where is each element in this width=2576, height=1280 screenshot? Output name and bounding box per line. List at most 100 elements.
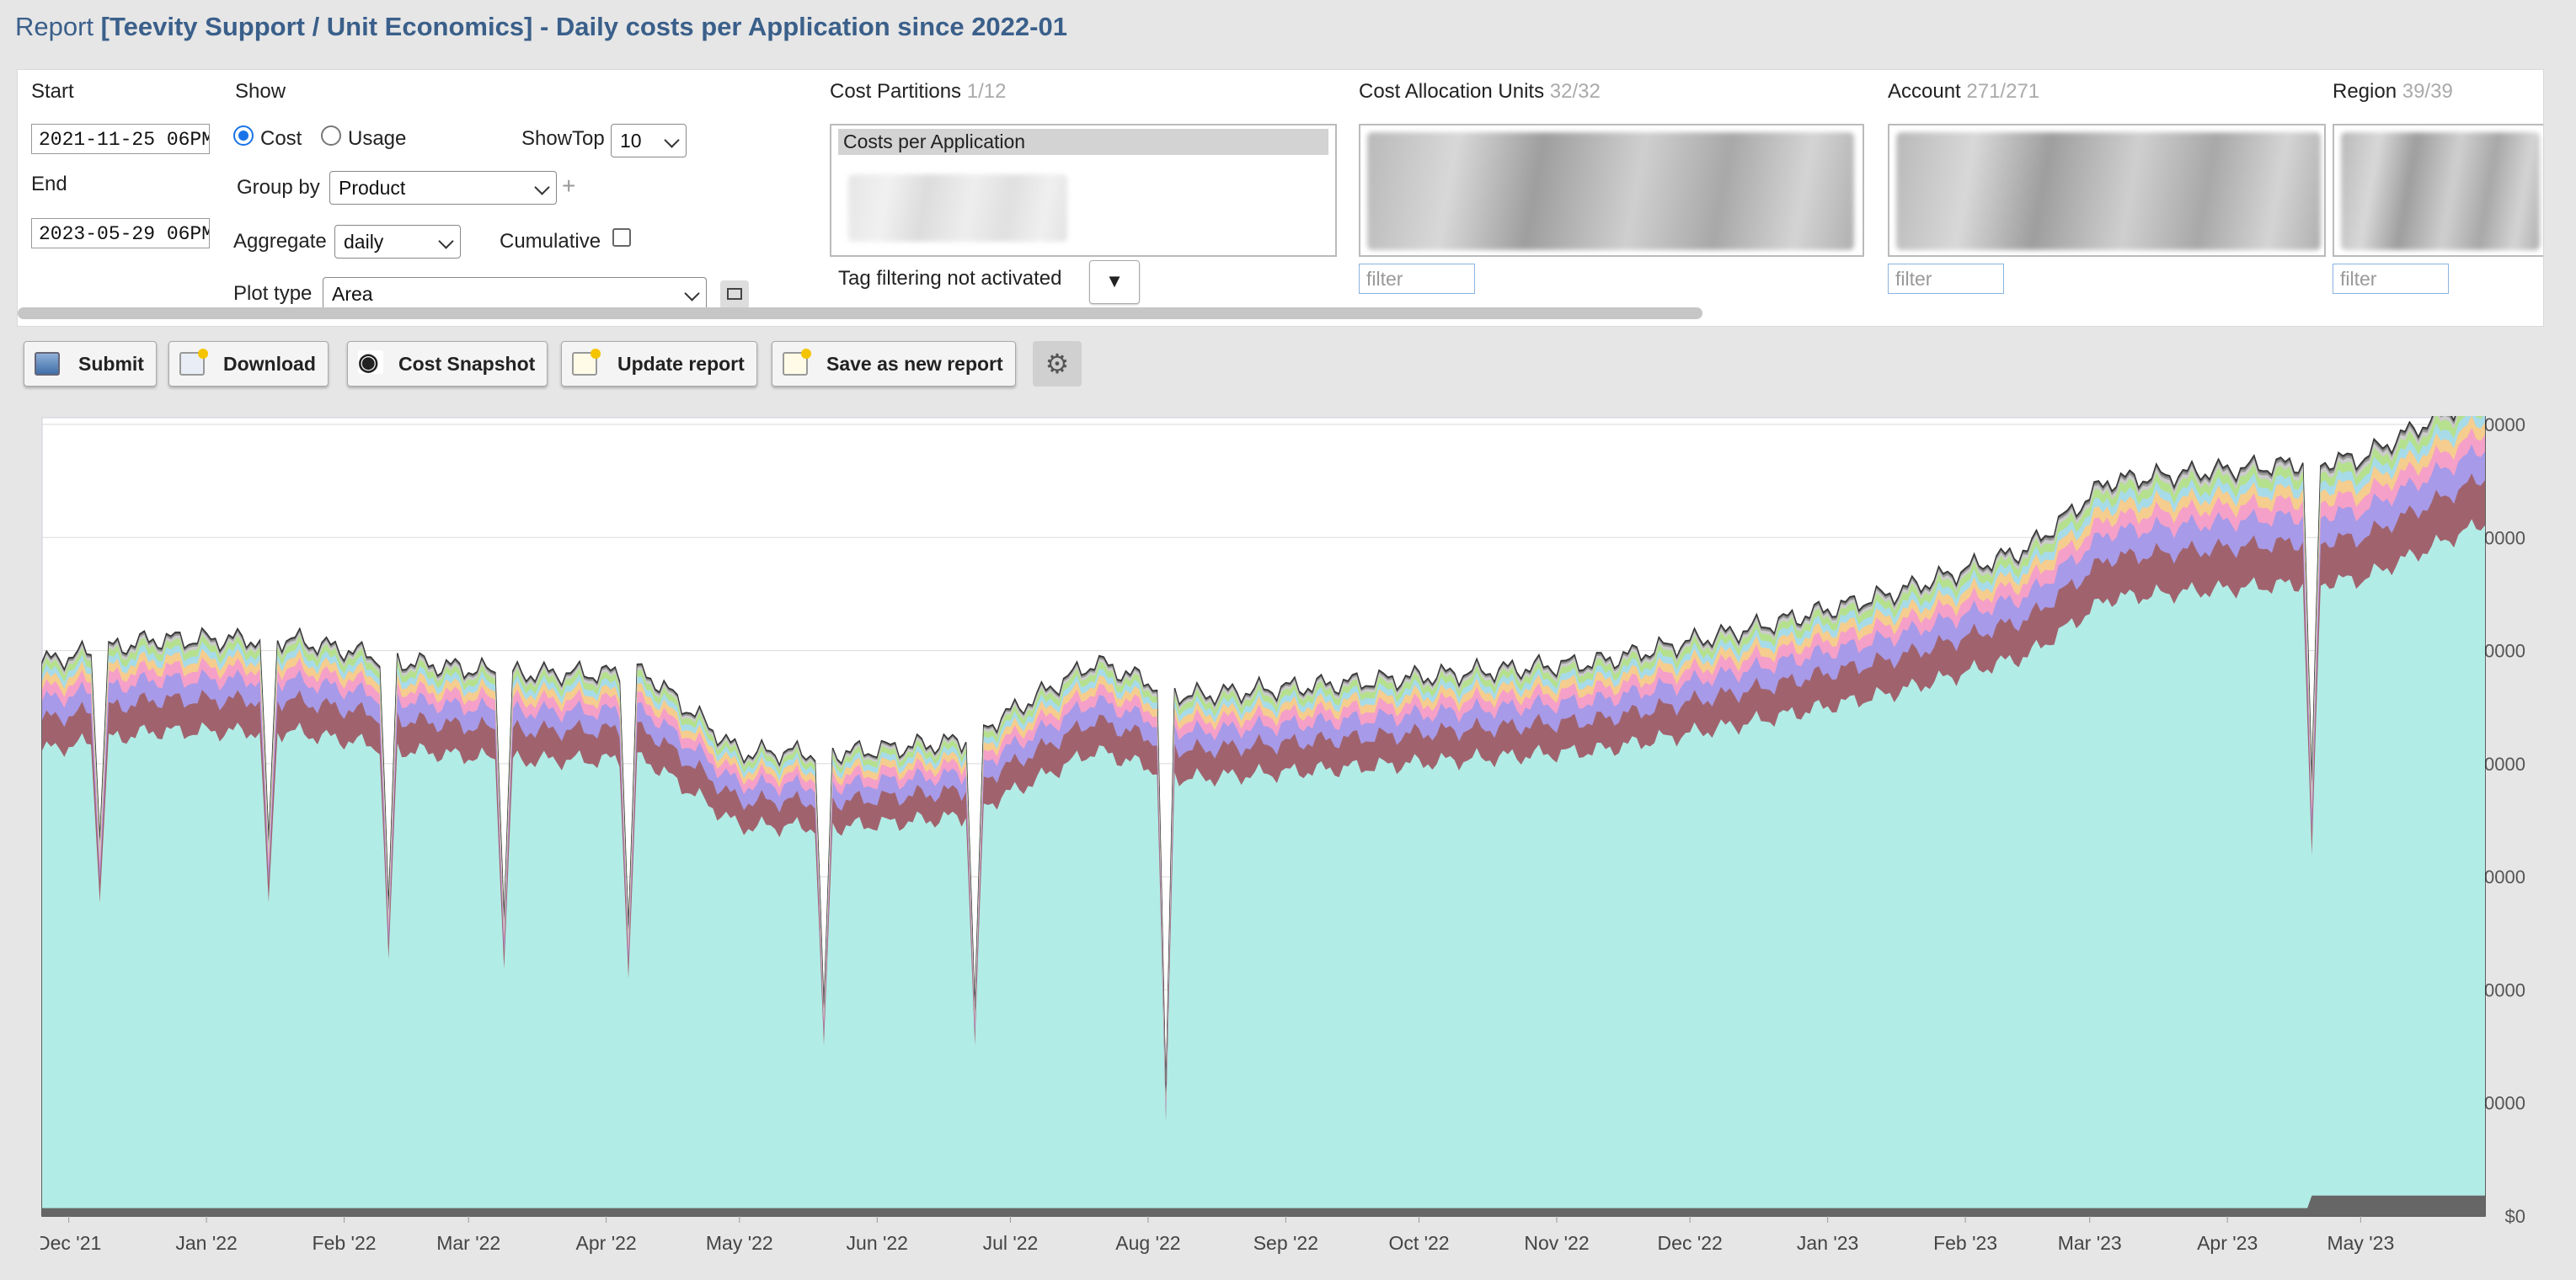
usage-radio[interactable] — [321, 125, 341, 146]
chevron-down-icon — [534, 179, 550, 195]
cau-list[interactable] — [1359, 124, 1864, 257]
usage-radio-label: Usage — [348, 127, 407, 150]
x-tick-label: Dec '21 — [40, 1232, 101, 1254]
x-tick-label: Feb '23 — [1933, 1232, 1997, 1254]
x-tick-label: Apr '22 — [576, 1232, 637, 1254]
groupby-label: Group by — [237, 176, 320, 199]
image-export-button[interactable] — [720, 280, 749, 309]
cost-partitions-count: 1/12 — [966, 80, 1007, 103]
aggregate-select[interactable]: daily — [334, 225, 461, 259]
chevron-down-icon — [438, 233, 454, 249]
update-report-button[interactable]: Update report — [561, 341, 757, 387]
showtop-value: 10 — [620, 130, 642, 152]
redacted-options — [2341, 132, 2540, 250]
submit-button[interactable]: Submit — [24, 341, 157, 387]
start-label: Start — [31, 80, 74, 103]
start-date-input[interactable]: 2021-11-25 06PM — [31, 124, 210, 154]
plottype-label: Plot type — [233, 282, 313, 305]
save-new-label: Save as new report — [826, 353, 1003, 375]
groupby-value: Product — [339, 177, 406, 199]
cost-radio-label: Cost — [260, 127, 302, 150]
submit-label: Submit — [78, 353, 144, 375]
cau-title: Cost Allocation Units — [1359, 80, 1545, 103]
x-tick-label: May '22 — [706, 1232, 773, 1254]
report-name: [Teevity Support / Unit Economics] - Dai… — [100, 12, 1067, 41]
cost-snapshot-button[interactable]: ◉ Cost Snapshot — [347, 341, 548, 387]
camera-icon: ◉ — [358, 350, 383, 374]
cumulative-label: Cumulative — [500, 230, 601, 253]
update-label: Update report — [617, 353, 745, 375]
account-label: Account 271/271 — [1888, 80, 2039, 104]
account-count: 271/271 — [1966, 80, 2040, 103]
redacted-options — [1367, 132, 1854, 250]
end-date-input[interactable]: 2023-05-29 06PM — [31, 218, 210, 248]
download-button[interactable]: Download — [168, 341, 329, 387]
settings-button[interactable]: ⚙ — [1033, 341, 1082, 387]
save-new-report-button[interactable]: Save as new report — [772, 341, 1016, 387]
cost-radio[interactable] — [233, 125, 254, 146]
x-tick-label: Jul '22 — [983, 1232, 1039, 1254]
cost-chart-svg: $0$10000$20000$30000$40000$50000$60000$7… — [40, 416, 2525, 1254]
region-label: Region 39/39 — [2333, 80, 2453, 104]
plottype-select[interactable]: Area — [323, 277, 707, 311]
cost-chart: $0 $10000 $20000 $30000 $40000 $50000 $60000 $7… — [40, 416, 2529, 1268]
region-title: Region — [2333, 80, 2397, 103]
x-tick-label: Apr '23 — [2197, 1232, 2258, 1254]
x-tick-label: Nov '22 — [1524, 1232, 1589, 1254]
cau-label: Cost Allocation Units 32/32 — [1359, 80, 1601, 104]
region-filter-input[interactable]: filter — [2333, 264, 2449, 294]
account-list[interactable] — [1888, 124, 2326, 257]
showtop-label: ShowTop — [521, 127, 605, 150]
download-label: Download — [223, 353, 316, 375]
document-icon — [572, 349, 601, 376]
show-label: Show — [235, 80, 286, 103]
x-tick-label: Mar '23 — [2058, 1232, 2122, 1254]
tag-filter-button[interactable]: ▼ — [1089, 260, 1140, 304]
x-tick-label: Jan '22 — [175, 1232, 237, 1254]
account-filter-input[interactable]: filter — [1888, 264, 2004, 294]
add-groupby-icon[interactable]: + — [562, 173, 575, 200]
groupby-select[interactable]: Product — [329, 171, 557, 205]
submit-icon — [35, 352, 60, 376]
tag-filter-status: Tag filtering not activated — [838, 267, 1062, 290]
x-tick-label: Jun '22 — [847, 1232, 908, 1254]
gear-icon: ⚙ — [1045, 349, 1070, 379]
region-count: 39/39 — [2402, 80, 2453, 103]
redacted-options — [1896, 132, 2321, 250]
document-icon — [783, 349, 811, 376]
image-icon — [727, 288, 742, 300]
x-tick-label: Oct '22 — [1388, 1232, 1449, 1254]
y-tick-label: $0 — [2505, 1206, 2525, 1227]
chevron-down-icon — [684, 285, 700, 301]
showtop-select[interactable]: 10 — [611, 124, 687, 157]
x-tick-label: Mar '22 — [436, 1232, 500, 1254]
page-title: Report [Teevity Support / Unit Economics… — [15, 12, 1067, 42]
end-label: End — [31, 173, 67, 195]
plottype-value: Area — [332, 283, 373, 305]
cost-partitions-title: Cost Partitions — [830, 80, 962, 103]
title-prefix: Report — [15, 12, 101, 41]
aggregate-label: Aggregate — [233, 230, 327, 253]
x-tick-label: Aug '22 — [1115, 1232, 1180, 1254]
cau-count: 32/32 — [1549, 80, 1601, 103]
cau-filter-input[interactable]: filter — [1359, 264, 1475, 294]
download-icon — [179, 349, 208, 376]
snapshot-label: Cost Snapshot — [398, 353, 536, 375]
x-tick-label: Feb '22 — [313, 1232, 377, 1254]
x-tick-label: Dec '22 — [1658, 1232, 1723, 1254]
x-tick-label: Jan '23 — [1797, 1232, 1858, 1254]
chevron-down-icon — [664, 132, 680, 148]
x-tick-label: Sep '22 — [1253, 1232, 1318, 1254]
cost-partitions-list[interactable]: Costs per Application — [830, 124, 1337, 257]
aggregate-value: daily — [344, 231, 384, 253]
funnel-icon: ▼ — [1105, 270, 1124, 291]
cost-partition-option[interactable]: Costs per Application — [838, 129, 1328, 155]
cost-partitions-label: Cost Partitions 1/12 — [830, 80, 1006, 104]
x-tick-label: May '23 — [2327, 1232, 2394, 1254]
cumulative-checkbox[interactable] — [612, 228, 631, 247]
horizontal-scrollbar[interactable] — [18, 307, 1702, 319]
redacted-options — [848, 174, 1067, 242]
account-title: Account — [1888, 80, 1961, 103]
region-list[interactable] — [2333, 124, 2543, 257]
filter-panel: Start 2021-11-25 06PM End 2023-05-29 06P… — [17, 69, 2544, 327]
